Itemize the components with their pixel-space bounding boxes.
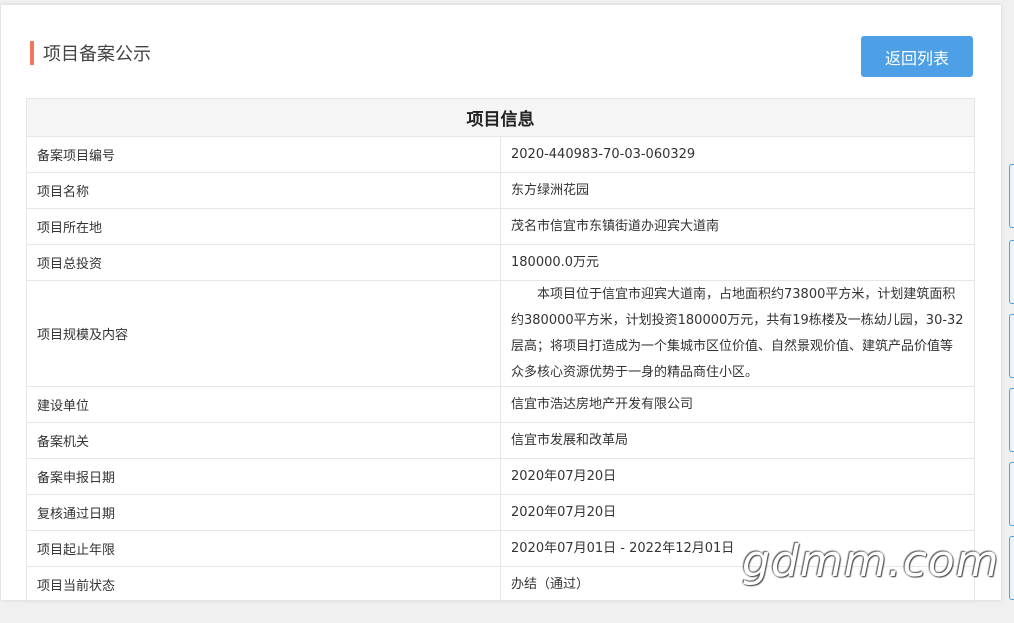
row-label: 项目名称 bbox=[26, 172, 501, 209]
row-label: 备案项目编号 bbox=[26, 136, 501, 173]
table-row: 项目总投资 180000.0万元 bbox=[26, 244, 975, 281]
table-row: 备案机关 信宜市发展和改革局 bbox=[26, 422, 975, 459]
table-header: 项目信息 bbox=[26, 98, 975, 137]
project-info-table: 项目信息 备案项目编号 2020-440983-70-03-060329 项目名… bbox=[26, 98, 975, 603]
row-value: 180000.0万元 bbox=[500, 244, 975, 281]
table-row: 项目所在地 茂名市信宜市东镇街道办迎宾大道南 bbox=[26, 208, 975, 245]
row-value: 本项目位于信宜市迎宾大道南，占地面积约73800平方米，计划建筑面积约38000… bbox=[500, 280, 975, 387]
row-label: 备案机关 bbox=[26, 422, 501, 459]
title-accent-bar bbox=[30, 41, 34, 65]
side-float-tab[interactable] bbox=[1009, 536, 1014, 600]
side-float-tab[interactable] bbox=[1009, 314, 1014, 378]
table-row: 建设单位 信宜市浩达房地产开发有限公司 bbox=[26, 386, 975, 423]
row-value: 茂名市信宜市东镇街道办迎宾大道南 bbox=[500, 208, 975, 245]
row-label: 项目起止年限 bbox=[26, 530, 501, 567]
table-row: 项目规模及内容 本项目位于信宜市迎宾大道南，占地面积约73800平方米，计划建筑… bbox=[26, 280, 975, 387]
row-value: 2020年07月20日 bbox=[500, 458, 975, 495]
side-float-tab[interactable] bbox=[1009, 164, 1014, 228]
table-row: 备案项目编号 2020-440983-70-03-060329 bbox=[26, 136, 975, 173]
row-label: 备案申报日期 bbox=[26, 458, 501, 495]
row-value: 东方绿洲花园 bbox=[500, 172, 975, 209]
row-label: 项目当前状态 bbox=[26, 566, 501, 603]
row-value: 2020-440983-70-03-060329 bbox=[500, 136, 975, 173]
row-label: 项目所在地 bbox=[26, 208, 501, 245]
page-title-text: 项目备案公示 bbox=[43, 44, 151, 65]
row-label: 建设单位 bbox=[26, 386, 501, 423]
page-title: 项目备案公示 bbox=[30, 41, 151, 65]
row-value: 信宜市发展和改革局 bbox=[500, 422, 975, 459]
row-value: 2020年07月20日 bbox=[500, 494, 975, 531]
site-watermark: gdmm.com bbox=[742, 536, 1000, 587]
table-row: 备案申报日期 2020年07月20日 bbox=[26, 458, 975, 495]
side-float-tab[interactable] bbox=[1009, 462, 1014, 526]
table-row: 项目名称 东方绿洲花园 bbox=[26, 172, 975, 209]
table-row: 复核通过日期 2020年07月20日 bbox=[26, 494, 975, 531]
row-label: 复核通过日期 bbox=[26, 494, 501, 531]
row-label: 项目规模及内容 bbox=[26, 280, 501, 387]
row-label: 项目总投资 bbox=[26, 244, 501, 281]
side-float-tab[interactable] bbox=[1009, 240, 1014, 304]
back-to-list-button[interactable]: 返回列表 bbox=[861, 36, 973, 77]
side-float-tab[interactable] bbox=[1009, 388, 1014, 452]
row-value: 信宜市浩达房地产开发有限公司 bbox=[500, 386, 975, 423]
